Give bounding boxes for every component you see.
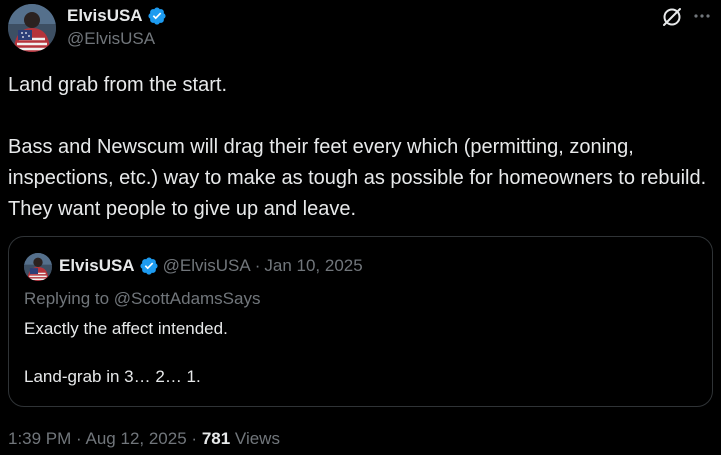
separator-dot: · xyxy=(191,429,198,448)
quoted-author-avatar xyxy=(24,253,52,281)
quoted-text: Exactly the affect intended. Land-grab i… xyxy=(24,319,228,386)
verified-badge-icon xyxy=(139,256,159,276)
author-display-name[interactable]: ElvisUSA xyxy=(67,6,143,26)
flag-jacket-avatar-icon xyxy=(24,253,52,281)
quoted-tweet[interactable]: ElvisUSA @ElvisUSA · Jan 10, 2025 Replyi… xyxy=(8,236,713,407)
author-avatar[interactable] xyxy=(8,4,56,52)
tweet: ElvisUSA @ElvisUSA Land grab from the st… xyxy=(0,0,721,455)
views-count: 781 xyxy=(201,429,231,448)
flag-jacket-avatar-icon xyxy=(8,4,56,52)
author-handle[interactable]: @ElvisUSA xyxy=(67,29,155,49)
quoted-handle: @ElvisUSA xyxy=(162,256,251,275)
views-label: Views xyxy=(234,429,280,448)
tweet-meta: 1:39 PM · Aug 12, 2025 · 781 Views xyxy=(8,429,280,449)
quoted-header: ElvisUSA @ElvisUSA · Jan 10, 2025 xyxy=(59,256,363,276)
separator-dot: · xyxy=(76,429,82,448)
grok-icon[interactable] xyxy=(659,4,685,30)
tweet-text: Land grab from the start. Bass and Newsc… xyxy=(8,74,707,220)
more-options-icon[interactable] xyxy=(690,4,714,28)
quoted-display-name: ElvisUSA xyxy=(59,256,135,275)
tweet-time[interactable]: 1:39 PM xyxy=(8,429,71,448)
verified-badge-icon xyxy=(147,6,167,26)
tweet-date[interactable]: Aug 12, 2025 xyxy=(86,429,187,448)
separator-dot: · xyxy=(254,256,261,275)
replying-to: Replying to @ScottAdamsSays xyxy=(24,289,261,308)
quoted-date: Jan 10, 2025 xyxy=(264,256,363,275)
author-name-row: ElvisUSA xyxy=(67,5,167,27)
